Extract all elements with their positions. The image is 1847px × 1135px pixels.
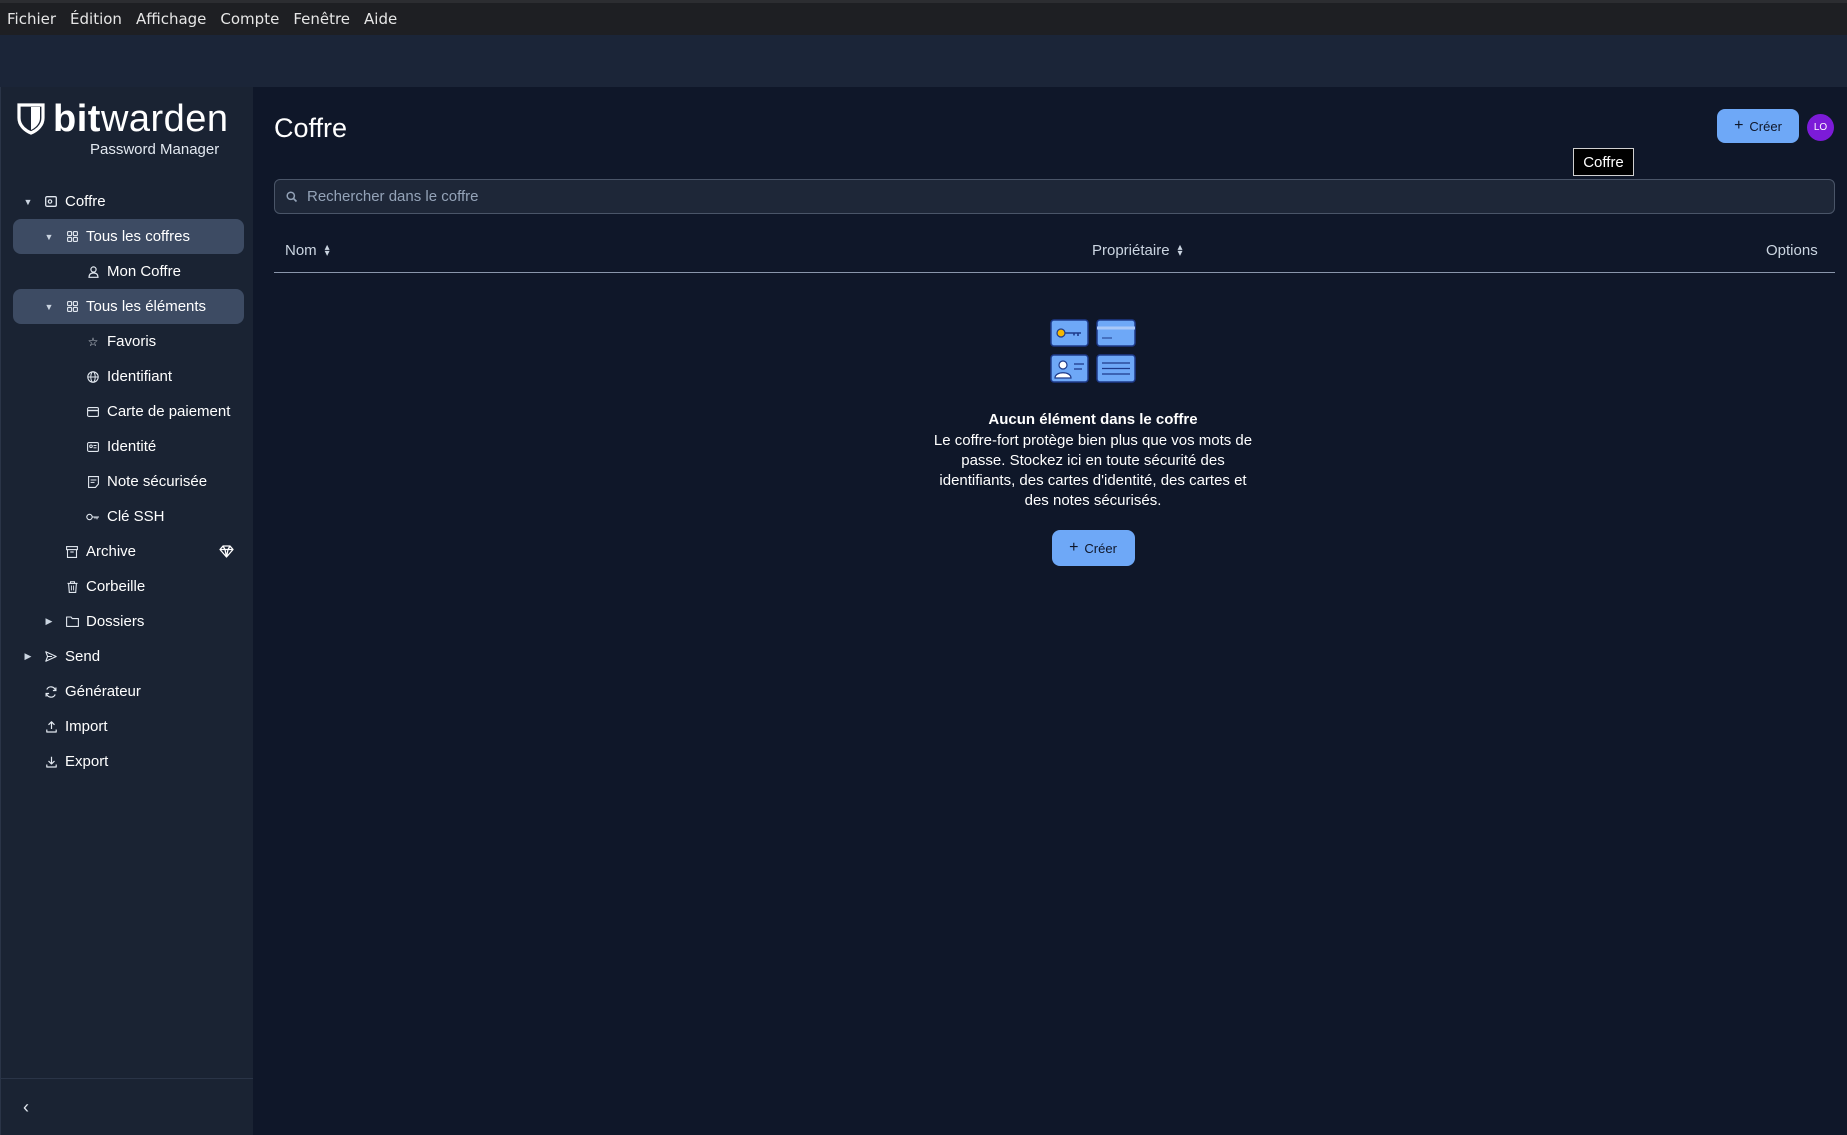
key-icon bbox=[86, 510, 100, 524]
sidebar: bitwarden Password Manager ▼ Coffre ▼ To… bbox=[0, 87, 253, 1135]
sidebar-footer: ‹ bbox=[1, 1078, 253, 1135]
folder-icon bbox=[65, 615, 79, 629]
vault-icon bbox=[44, 195, 58, 209]
sidebar-item-tous-les-elements[interactable]: ▼ Tous les éléments bbox=[13, 289, 244, 324]
column-options: Options bbox=[1766, 242, 1818, 259]
search-icon bbox=[286, 190, 298, 202]
sidebar-nav: ▼ Coffre ▼ Tous les coffres Mon Coffre ▼… bbox=[13, 184, 244, 779]
column-proprietaire[interactable]: Propriétaire ▴ ▾ bbox=[1092, 242, 1183, 259]
sidebar-item-label: Dossiers bbox=[86, 613, 145, 630]
sidebar-item-label: Archive bbox=[86, 543, 137, 560]
menu-compte[interactable]: Compte bbox=[220, 10, 279, 28]
sidebar-item-send[interactable]: ▶ Send bbox=[13, 639, 244, 674]
sidebar-item-label: Identité bbox=[107, 438, 157, 455]
create-button-label: Créer bbox=[1749, 118, 1782, 134]
sidebar-item-label: Tous les coffres bbox=[86, 228, 190, 245]
menu-bar: Fichier Édition Affichage Compte Fenêtre… bbox=[0, 0, 1847, 35]
create-button-label: Créer bbox=[1084, 540, 1117, 556]
note-icon bbox=[86, 475, 100, 489]
sidebar-item-label: Clé SSH bbox=[107, 508, 165, 525]
sidebar-item-label: Mon Coffre bbox=[107, 263, 181, 280]
sidebar-item-label: Carte de paiement bbox=[107, 403, 231, 420]
caret-down-icon[interactable]: ▼ bbox=[44, 232, 54, 242]
create-button[interactable]: + Créer bbox=[1717, 109, 1799, 143]
sidebar-item-identifiant[interactable]: Identifiant bbox=[13, 359, 244, 394]
menu-fichier[interactable]: Fichier bbox=[7, 10, 56, 28]
sidebar-item-import[interactable]: Import bbox=[13, 709, 244, 744]
empty-state: Aucun élément dans le coffre Le coffre-f… bbox=[873, 319, 1313, 566]
generator-icon bbox=[44, 685, 58, 699]
sidebar-item-mon-coffre[interactable]: Mon Coffre bbox=[13, 254, 244, 289]
page-title: Coffre bbox=[274, 113, 348, 143]
export-icon bbox=[44, 755, 58, 769]
sidebar-item-label: Import bbox=[65, 718, 108, 735]
sidebar-item-favoris[interactable]: ☆ Favoris bbox=[13, 324, 244, 359]
column-label: Propriétaire bbox=[1092, 242, 1170, 259]
sidebar-item-corbeille[interactable]: Corbeille bbox=[13, 569, 244, 604]
sidebar-item-label: Corbeille bbox=[86, 578, 146, 595]
star-icon: ☆ bbox=[87, 334, 99, 349]
vault-items-illustration-icon bbox=[1050, 319, 1136, 383]
tooltip: Coffre bbox=[1573, 148, 1634, 176]
archive-icon bbox=[65, 545, 79, 559]
sidebar-item-label: Tous les éléments bbox=[86, 298, 207, 315]
menu-affichage[interactable]: Affichage bbox=[136, 10, 206, 28]
id-card-icon bbox=[86, 440, 100, 454]
avatar[interactable]: LO bbox=[1807, 114, 1834, 141]
sidebar-item-generateur[interactable]: Générateur bbox=[13, 674, 244, 709]
sidebar-item-dossiers[interactable]: ▶ Dossiers bbox=[13, 604, 244, 639]
sidebar-item-archive[interactable]: Archive bbox=[13, 534, 244, 569]
shield-icon bbox=[17, 103, 45, 135]
column-label: Options bbox=[1766, 242, 1818, 259]
sidebar-item-label: Coffre bbox=[65, 193, 106, 210]
sidebar-item-note-securisee[interactable]: Note sécurisée bbox=[13, 464, 244, 499]
sidebar-item-identite[interactable]: Identité bbox=[13, 429, 244, 464]
credit-card-icon bbox=[86, 405, 100, 419]
grid-icon bbox=[65, 300, 79, 314]
sidebar-item-label: Favoris bbox=[107, 333, 157, 350]
column-label: Nom bbox=[285, 242, 317, 259]
sidebar-item-label: Send bbox=[65, 648, 101, 665]
column-nom[interactable]: Nom ▴ ▾ bbox=[285, 242, 330, 259]
caret-right-icon[interactable]: ▶ bbox=[44, 616, 54, 627]
user-icon bbox=[86, 265, 100, 279]
empty-state-title: Aucun élément dans le coffre bbox=[988, 411, 1198, 428]
sidebar-item-label: Identifiant bbox=[107, 368, 173, 385]
main-content: Coffre + Créer LO Coffre Rechercher dans… bbox=[253, 87, 1847, 1135]
chevron-left-icon[interactable]: ‹ bbox=[23, 1097, 29, 1118]
brand-wordmark: bitwarden bbox=[53, 98, 229, 140]
search-input[interactable]: Rechercher dans le coffre bbox=[274, 179, 1835, 214]
sidebar-item-cle-ssh[interactable]: Clé SSH bbox=[13, 499, 244, 534]
menu-aide[interactable]: Aide bbox=[364, 10, 397, 28]
caret-down-icon[interactable]: ▼ bbox=[23, 197, 33, 207]
brand-logo[interactable]: bitwarden Password Manager bbox=[17, 98, 229, 158]
caret-right-icon[interactable]: ▶ bbox=[23, 651, 33, 662]
diamond-icon bbox=[219, 545, 234, 558]
sidebar-item-label: Note sécurisée bbox=[107, 473, 208, 490]
create-item-button[interactable]: + Créer bbox=[1051, 530, 1135, 566]
sidebar-item-label: Générateur bbox=[65, 683, 141, 700]
search-placeholder: Rechercher dans le coffre bbox=[307, 188, 479, 205]
sidebar-item-label: Export bbox=[65, 753, 109, 770]
sidebar-item-export[interactable]: Export bbox=[13, 744, 244, 779]
menu-edition[interactable]: Édition bbox=[70, 10, 122, 28]
plus-icon: + bbox=[1734, 117, 1744, 134]
menu-fenetre[interactable]: Fenêtre bbox=[293, 10, 350, 28]
sidebar-item-coffre[interactable]: ▼ Coffre bbox=[13, 184, 244, 219]
title-strip bbox=[0, 35, 1847, 87]
caret-down-icon[interactable]: ▼ bbox=[44, 302, 54, 312]
plus-icon: + bbox=[1069, 539, 1079, 556]
send-icon bbox=[44, 650, 58, 664]
trash-icon bbox=[65, 580, 79, 594]
sidebar-item-tous-les-coffres[interactable]: ▼ Tous les coffres bbox=[13, 219, 244, 254]
globe-icon bbox=[86, 370, 100, 384]
brand-subtitle: Password Manager bbox=[90, 141, 220, 158]
sidebar-item-carte-de-paiement[interactable]: Carte de paiement bbox=[13, 394, 244, 429]
sort-icon[interactable]: ▴ ▾ bbox=[1178, 242, 1183, 258]
sort-icon[interactable]: ▴ ▾ bbox=[325, 242, 330, 258]
grid-icon bbox=[65, 230, 79, 244]
empty-state-description: Le coffre-fort protège bien plus que vos… bbox=[933, 432, 1253, 509]
table-header: Nom ▴ ▾ Propriétaire ▴ ▾ Options bbox=[274, 233, 1835, 273]
import-icon bbox=[44, 720, 58, 734]
